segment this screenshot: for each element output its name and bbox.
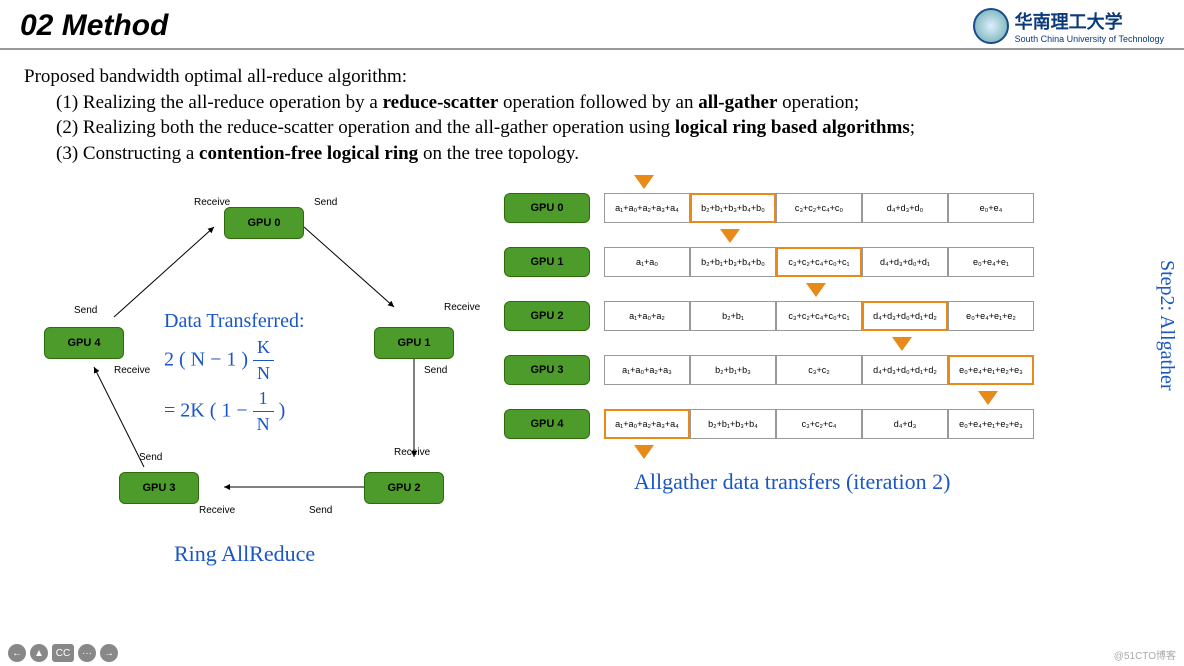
formula: Data Transferred: 2 ( N − 1 ) KN = 2K ( … — [164, 307, 305, 438]
intro-text: Proposed bandwidth optimal all-reduce al… — [24, 64, 1160, 167]
arrow-down-icon — [892, 337, 912, 351]
logo-emblem-icon — [973, 8, 1009, 44]
grid-cell: e₀+e₄+e₁+e₂ — [948, 301, 1034, 331]
grid-cell: b₂+b₁+b₃ — [690, 355, 776, 385]
slide-content: Proposed bandwidth optimal all-reduce al… — [0, 50, 1184, 587]
grid-cell: c₃+c₂+c₄+c₀+c₁ — [776, 301, 862, 331]
grid-cell: b₂+b₁ — [690, 301, 776, 331]
ring-node-gpu1: GPU 1 — [374, 327, 454, 359]
grid-cell: d₄+d₃+d₀+d₁+d₂ — [862, 301, 948, 331]
grid-cell: a₁+a₀+a₂+a₃+a₄ — [604, 409, 690, 439]
slide-header: 02 Method 华南理工大学 South China University … — [0, 0, 1184, 50]
recv-label: Receive — [114, 365, 150, 376]
grid-cell: a₁+a₀+a₂ — [604, 301, 690, 331]
arrow-down-icon — [806, 283, 826, 297]
nav-up-button[interactable]: ▲ — [30, 644, 48, 662]
ring-caption: Ring AllReduce — [174, 541, 315, 567]
grid-row: GPU 4 a₁+a₀+a₂+a₃+a₄b₂+b₁+b₃+b₄c₃+c₂+c₄d₄… — [504, 409, 1160, 439]
recv-label: Receive — [194, 197, 230, 208]
grid-cell: e₀+e₄ — [948, 193, 1034, 223]
grid-row: GPU 3 a₁+a₀+a₂+a₃b₂+b₁+b₃c₃+c₂d₄+d₃+d₀+d₁… — [504, 355, 1160, 385]
nav-next-button[interactable]: → — [100, 644, 118, 662]
grid-cell: e₀+e₄+e₁+e₂+e₃ — [948, 409, 1034, 439]
grid-cell: d₄+d₃+d₀ — [862, 193, 948, 223]
grid-cell: c₃+c₂+c₄+c₀ — [776, 193, 862, 223]
recv-label: Receive — [444, 302, 480, 313]
grid-cell: b₂+b₁+b₃+b₄+b₀ — [690, 193, 776, 223]
grid-cell: e₀+e₄+e₁+e₂+e₃ — [948, 355, 1034, 385]
grid-cell: a₁+a₀+a₂+a₃+a₄ — [604, 193, 690, 223]
watermark: @51CTO博客 — [1114, 647, 1176, 662]
slide-title: 02 Method — [20, 9, 168, 43]
arrow-down-icon — [634, 445, 654, 459]
intro-line-2: (2) Realizing both the reduce-scatter op… — [56, 115, 1160, 141]
university-logo: 华南理工大学 South China University of Technol… — [973, 8, 1164, 44]
recv-label: Receive — [199, 505, 235, 516]
nav-footer: ← ▲ CC ··· → — [8, 644, 118, 662]
send-label: Send — [139, 452, 162, 463]
grid-cell: e₀+e₄+e₁ — [948, 247, 1034, 277]
ring-node-gpu0: GPU 0 — [224, 207, 304, 239]
arrow-down-icon — [634, 175, 654, 189]
grid-cell: a₁+a₀+a₂+a₃ — [604, 355, 690, 385]
grid-gpu-label: GPU 4 — [504, 409, 590, 439]
send-label: Send — [424, 365, 447, 376]
recv-label: Receive — [394, 447, 430, 458]
grid-cell: d₄+d₃+d₀+d₁+d₂ — [862, 355, 948, 385]
grid-cell: c₃+c₂ — [776, 355, 862, 385]
grid-gpu-label: GPU 3 — [504, 355, 590, 385]
grid-gpu-label: GPU 2 — [504, 301, 590, 331]
grid-cell: c₃+c₂+c₄ — [776, 409, 862, 439]
grid-row: GPU 0 a₁+a₀+a₂+a₃+a₄b₂+b₁+b₃+b₄+b₀c₃+c₂+c… — [504, 193, 1160, 223]
grid-cell: b₂+b₁+b₃+b₄+b₀ — [690, 247, 776, 277]
grid-row: GPU 1 a₁+a₀b₂+b₁+b₃+b₄+b₀c₃+c₂+c₄+c₀+c₁d₄… — [504, 247, 1160, 277]
nav-prev-button[interactable]: ← — [8, 644, 26, 662]
nav-more-button[interactable]: ··· — [78, 644, 96, 662]
grid-gpu-label: GPU 1 — [504, 247, 590, 277]
send-label: Send — [314, 197, 337, 208]
grid-cell: d₄+d₃+d₀+d₁ — [862, 247, 948, 277]
logo-cn: 华南理工大学 — [1015, 8, 1164, 34]
send-label: Send — [74, 305, 97, 316]
arrow-down-icon — [978, 391, 998, 405]
formula-title: Data Transferred: — [164, 307, 305, 335]
step-label: Step2: Allgather — [1155, 260, 1178, 391]
allgather-diagram: GPU 0a₁+a₀+a₂+a₃+a₄b₂+b₁+b₃+b₄+b₀c₃+c₂+c… — [504, 187, 1160, 587]
logo-en: South China University of Technology — [1015, 34, 1164, 44]
grid-cell: c₃+c₂+c₄+c₀+c₁ — [776, 247, 862, 277]
ring-node-gpu3: GPU 3 — [119, 472, 199, 504]
intro-line-0: Proposed bandwidth optimal all-reduce al… — [24, 64, 1160, 90]
ring-node-gpu2: GPU 2 — [364, 472, 444, 504]
send-label: Send — [309, 505, 332, 516]
allgather-caption: Allgather data transfers (iteration 2) — [634, 469, 1160, 495]
ring-node-gpu4: GPU 4 — [44, 327, 124, 359]
arrow-down-icon — [720, 229, 740, 243]
nav-cc-button[interactable]: CC — [52, 644, 74, 662]
grid-row: GPU 2 a₁+a₀+a₂b₂+b₁c₃+c₂+c₄+c₀+c₁d₄+d₃+d₀… — [504, 301, 1160, 331]
ring-diagram: GPU 0 GPU 1 GPU 2 GPU 3 GPU 4 Receive Se… — [24, 187, 484, 567]
intro-line-1: (1) Realizing the all-reduce operation b… — [56, 90, 1160, 116]
grid-cell: b₂+b₁+b₃+b₄ — [690, 409, 776, 439]
intro-line-3: (3) Constructing a contention-free logic… — [56, 141, 1160, 167]
grid-cell: a₁+a₀ — [604, 247, 690, 277]
grid-gpu-label: GPU 0 — [504, 193, 590, 223]
grid-cell: d₄+d₃ — [862, 409, 948, 439]
